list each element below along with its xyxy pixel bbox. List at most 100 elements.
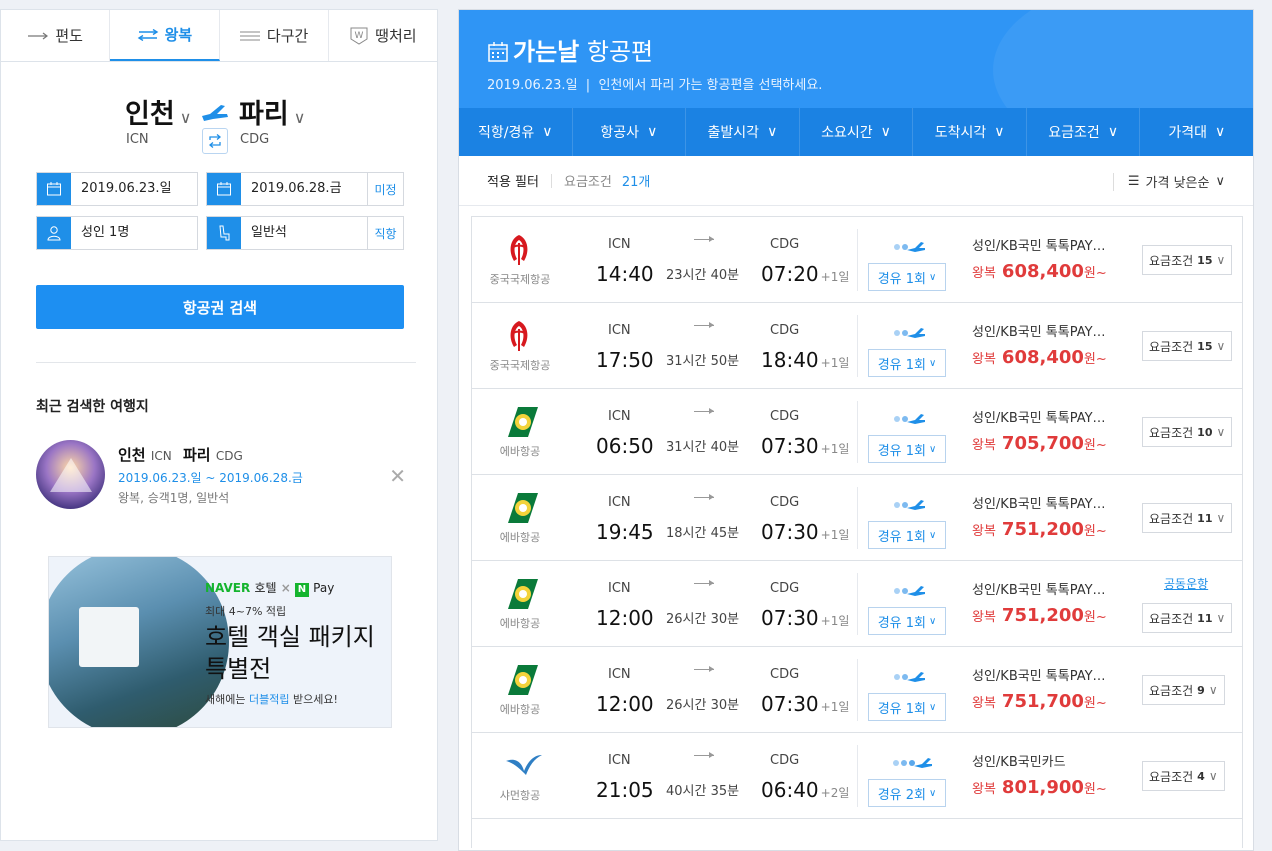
day-offset: +1일 xyxy=(820,356,850,370)
stops-dropdown[interactable]: 경유 2회 ∨ xyxy=(868,779,946,807)
tab-label: 다구간 xyxy=(266,27,309,45)
departure-code: ICN xyxy=(608,581,631,596)
chevron-down-icon: ∨ xyxy=(928,615,937,627)
return-date-field[interactable]: 2019.06.28.금 미정 xyxy=(206,172,404,206)
calendar-icon xyxy=(207,173,241,205)
divider xyxy=(857,401,858,463)
filter-departure-time[interactable]: 출발시각 ∨ xyxy=(686,108,800,156)
price-amount: 751,200 xyxy=(1001,605,1084,626)
fare-conditions-dropdown[interactable]: 요금조건 15 ∨ xyxy=(1142,331,1233,361)
flight-row[interactable]: 에바항공 ICN 12:00 26시간 30분 CDG 07:30 +1일 경유 1회 ∨ 성인/… xyxy=(471,646,1243,732)
flight-row[interactable]: 중국국제항공 ICN 17:50 31시간 50분 CDG 18:40 +1일 경유 1회 ∨ 성… xyxy=(471,302,1243,388)
fare-conditions-dropdown[interactable]: 요금조건 10 ∨ xyxy=(1142,417,1233,447)
airplane-icon xyxy=(202,105,228,121)
tab-one-way[interactable]: 편도 xyxy=(1,10,111,61)
origin-city-dropdown[interactable]: 인천 ∨ xyxy=(125,92,191,131)
direct-flight-toggle[interactable]: 직항 xyxy=(367,217,403,249)
layover-plane-icon xyxy=(892,411,926,430)
filter-airline[interactable]: 항공사 ∨ xyxy=(573,108,687,156)
list-icon: ☰ xyxy=(1127,174,1140,189)
departure-time: 14:40 xyxy=(596,262,654,286)
fare-conditions-dropdown[interactable]: 요금조건 4 ∨ xyxy=(1142,761,1225,791)
chevron-down-icon: ∨ xyxy=(928,787,937,799)
filter-price-range[interactable]: 가격대 ∨ xyxy=(1140,108,1253,156)
destination-thumbnail xyxy=(36,440,105,509)
departure-code: ICN xyxy=(608,753,631,768)
stops-dropdown[interactable]: 경유 1회 ∨ xyxy=(868,349,946,377)
hotel-promo-banner[interactable]: NAVER 호텔 × N Pay 최대 4~7% 적립 호텔 객실 패키지 특별… xyxy=(48,556,392,728)
chevron-down-icon: ∨ xyxy=(1216,511,1226,525)
flight-list: 중국국제항공 ICN 14:40 23시간 40분 CDG 07:20 +1일 경유 1회 ∨ 성… xyxy=(471,216,1243,848)
arrival-code: CDG xyxy=(770,495,800,510)
close-icon[interactable]: ✕ xyxy=(389,464,406,488)
eva-air-logo xyxy=(504,663,540,701)
fare-conditions-dropdown[interactable]: 요금조건 11 ∨ xyxy=(1142,603,1233,633)
stops-dropdown[interactable]: 경유 1회 ∨ xyxy=(868,435,946,463)
codeshare-link[interactable]: 공동운항 xyxy=(1164,575,1208,592)
filter-fare-conditions[interactable]: 요금조건 ∨ xyxy=(1027,108,1141,156)
depart-date-value: 2019.06.23.일 xyxy=(81,181,172,196)
flight-row[interactable]: 샤먼항공 ICN 21:05 40시간 35분 CDG 06:40 +2일 경유 2회 ∨ 성인/… xyxy=(471,732,1243,818)
return-undecided-button[interactable]: 미정 xyxy=(367,173,403,205)
stops-dropdown[interactable]: 경유 1회 ∨ xyxy=(868,607,946,635)
stops-dropdown[interactable]: 경유 1회 ∨ xyxy=(868,521,946,549)
price: 왕복 751,700원~ xyxy=(972,691,1107,712)
svg-text:W: W xyxy=(355,31,364,41)
tab-last-minute[interactable]: W 땡처리 xyxy=(328,10,437,61)
departure-time: 06:50 xyxy=(596,434,654,458)
departure-time: 17:50 xyxy=(596,348,654,372)
chevron-down-icon: ∨ xyxy=(1107,124,1119,140)
sort-dropdown[interactable]: ☰ 가격 낮은순 ∨ xyxy=(1112,172,1225,191)
route-selector: 인천 ∨ ICN 파리 ∨ CDG xyxy=(1,62,437,172)
fare-conditions-dropdown[interactable]: 요금조건 9 ∨ xyxy=(1142,675,1225,705)
arrival-time: 07:30 +1일 xyxy=(761,606,850,630)
fare-type: 성인/KB국민 톡톡PAY… xyxy=(972,497,1106,512)
chevron-down-icon: ∨ xyxy=(767,124,778,140)
chevron-down-icon: ∨ xyxy=(880,124,891,140)
flight-row-partial[interactable] xyxy=(471,818,1243,848)
airline-name: 중국국제항공 xyxy=(489,359,551,372)
stops-dropdown[interactable]: 경유 1회 ∨ xyxy=(868,263,946,291)
tab-round-trip[interactable]: 왕복 xyxy=(110,10,220,61)
filter-arrival-time[interactable]: 도착시각 ∨ xyxy=(913,108,1027,156)
flight-row[interactable]: 에바항공 ICN 12:00 26시간 30분 CDG 07:30 +1일 경유 1회 ∨ 성인/… xyxy=(471,560,1243,646)
arrival-code: CDG xyxy=(770,753,800,768)
price-amount: 608,400 xyxy=(1001,261,1084,282)
price-amount: 751,200 xyxy=(1001,519,1084,540)
depart-date-field[interactable]: 2019.06.23.일 xyxy=(36,172,198,206)
filter-duration[interactable]: 소요시간 ∨ xyxy=(800,108,914,156)
swap-arrows-icon xyxy=(208,134,222,148)
swap-route-button[interactable] xyxy=(202,128,228,154)
divider xyxy=(857,315,858,377)
applied-filter-chip[interactable]: 요금조건 xyxy=(564,171,612,190)
dest-city-dropdown[interactable]: 파리 ∨ xyxy=(239,92,305,131)
stops-dropdown[interactable]: 경유 1회 ∨ xyxy=(868,693,946,721)
fare-conditions-dropdown[interactable]: 요금조건 11 ∨ xyxy=(1142,503,1233,533)
recent-origin-code: ICN xyxy=(150,449,172,463)
arrow-icon xyxy=(694,666,714,672)
price: 왕복 751,200원~ xyxy=(972,605,1107,626)
fare-conditions-dropdown[interactable]: 요금조건 15 ∨ xyxy=(1142,245,1233,275)
air-china-logo xyxy=(504,319,534,357)
tab-multi-city[interactable]: 다구간 xyxy=(219,10,329,61)
fare-type: 성인/KB국민 톡톡PAY… xyxy=(972,411,1106,426)
airline: 에바항공 xyxy=(472,389,568,475)
price: 왕복 801,900원~ xyxy=(972,777,1107,798)
recent-search-item[interactable]: 인천 ICN 파리 CDG 2019.06.23.일 ~ 2019.06.28.… xyxy=(36,440,406,512)
search-flights-button[interactable]: 항공권 검색 xyxy=(36,285,404,329)
arrival-code: CDG xyxy=(770,581,800,596)
passengers-field[interactable]: 성인 1명 xyxy=(36,216,198,250)
arrival-code: CDG xyxy=(770,323,800,338)
arrow-icon xyxy=(694,580,714,586)
filter-direct-stops[interactable]: 직항/경유 ∨ xyxy=(459,108,573,156)
flight-row[interactable]: 에바항공 ICN 06:50 31시간 40분 CDG 07:30 +1일 경유 1회 ∨ 성인/… xyxy=(471,388,1243,474)
recent-dates: 2019.06.23.일 ~ 2019.06.28.금 xyxy=(118,471,303,485)
divider xyxy=(857,745,858,807)
flight-row[interactable]: 중국국제항공 ICN 14:40 23시간 40분 CDG 07:20 +1일 경유 1회 ∨ 성… xyxy=(471,216,1243,302)
flight-row[interactable]: 에바항공 ICN 19:45 18시간 45분 CDG 07:30 +1일 경유 1회 ∨ 성인/… xyxy=(471,474,1243,560)
chevron-down-icon: ∨ xyxy=(994,124,1005,140)
seat-class-field[interactable]: 일반석 직항 xyxy=(206,216,404,250)
chevron-down-icon: ∨ xyxy=(647,124,658,140)
arrival-time: 07:30 +1일 xyxy=(761,434,850,458)
chevron-down-icon: ∨ xyxy=(928,271,937,283)
